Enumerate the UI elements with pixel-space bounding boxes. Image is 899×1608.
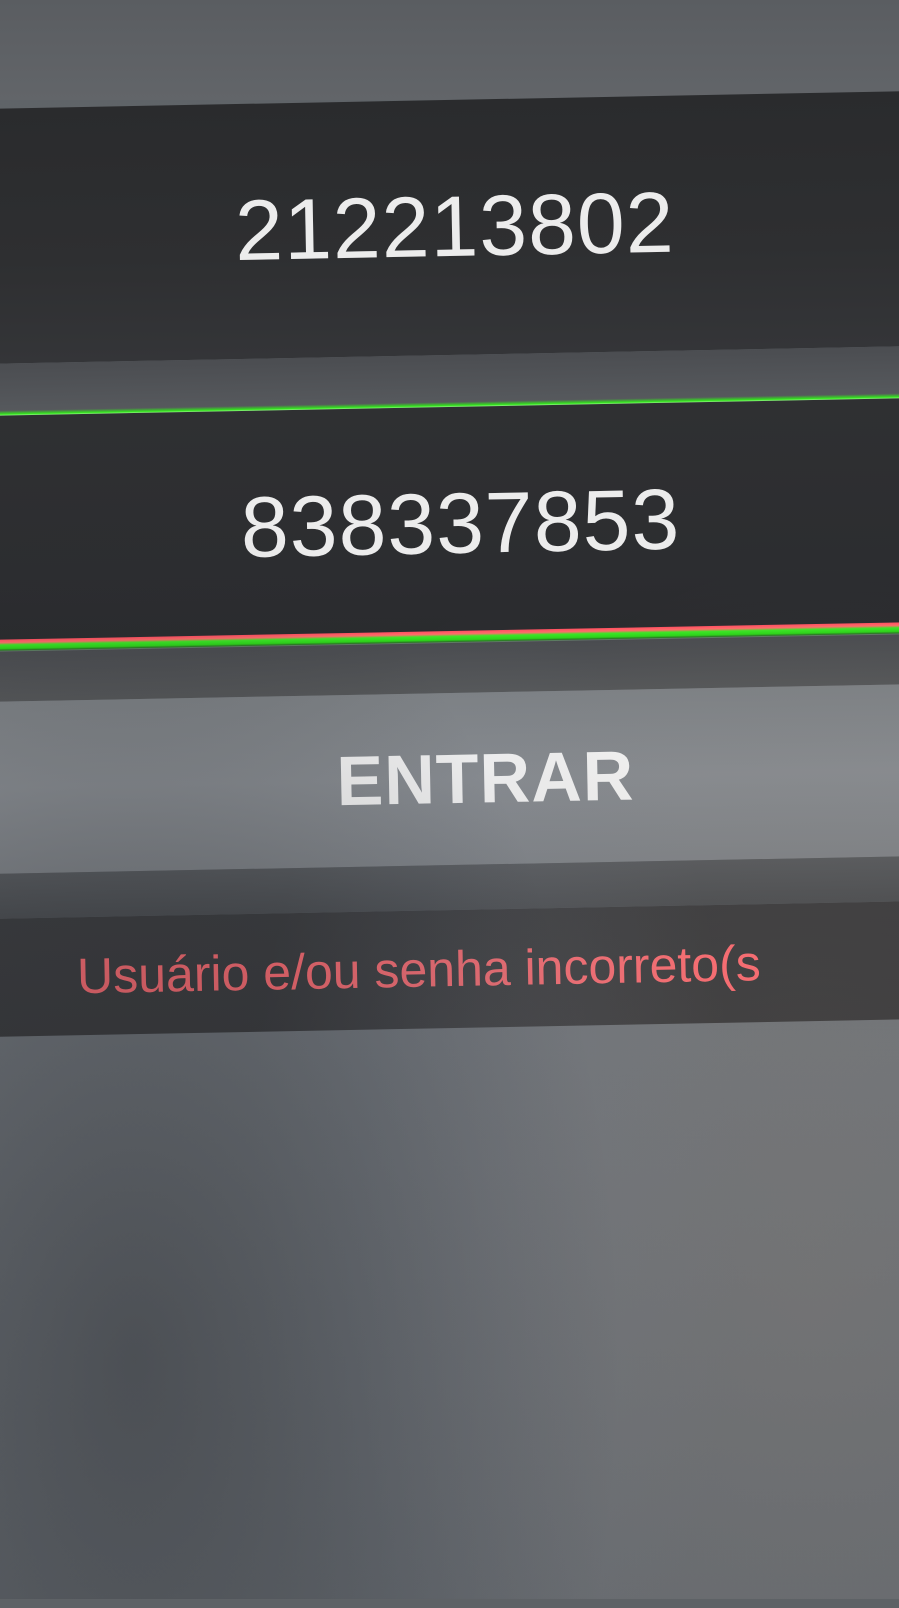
- enter-button[interactable]: ENTRAR: [0, 683, 899, 874]
- password-field[interactable]: [0, 397, 899, 651]
- enter-button-label: ENTRAR: [335, 736, 635, 821]
- error-banner: Usuário e/ou senha incorreto(s: [0, 900, 899, 1037]
- error-message: Usuário e/ou senha incorreto(s: [76, 935, 762, 1005]
- login-screen: ENTRAR Usuário e/ou senha incorreto(s: [0, 0, 899, 1607]
- username-input[interactable]: [151, 171, 758, 284]
- username-field[interactable]: [0, 90, 899, 365]
- password-input[interactable]: [157, 468, 764, 581]
